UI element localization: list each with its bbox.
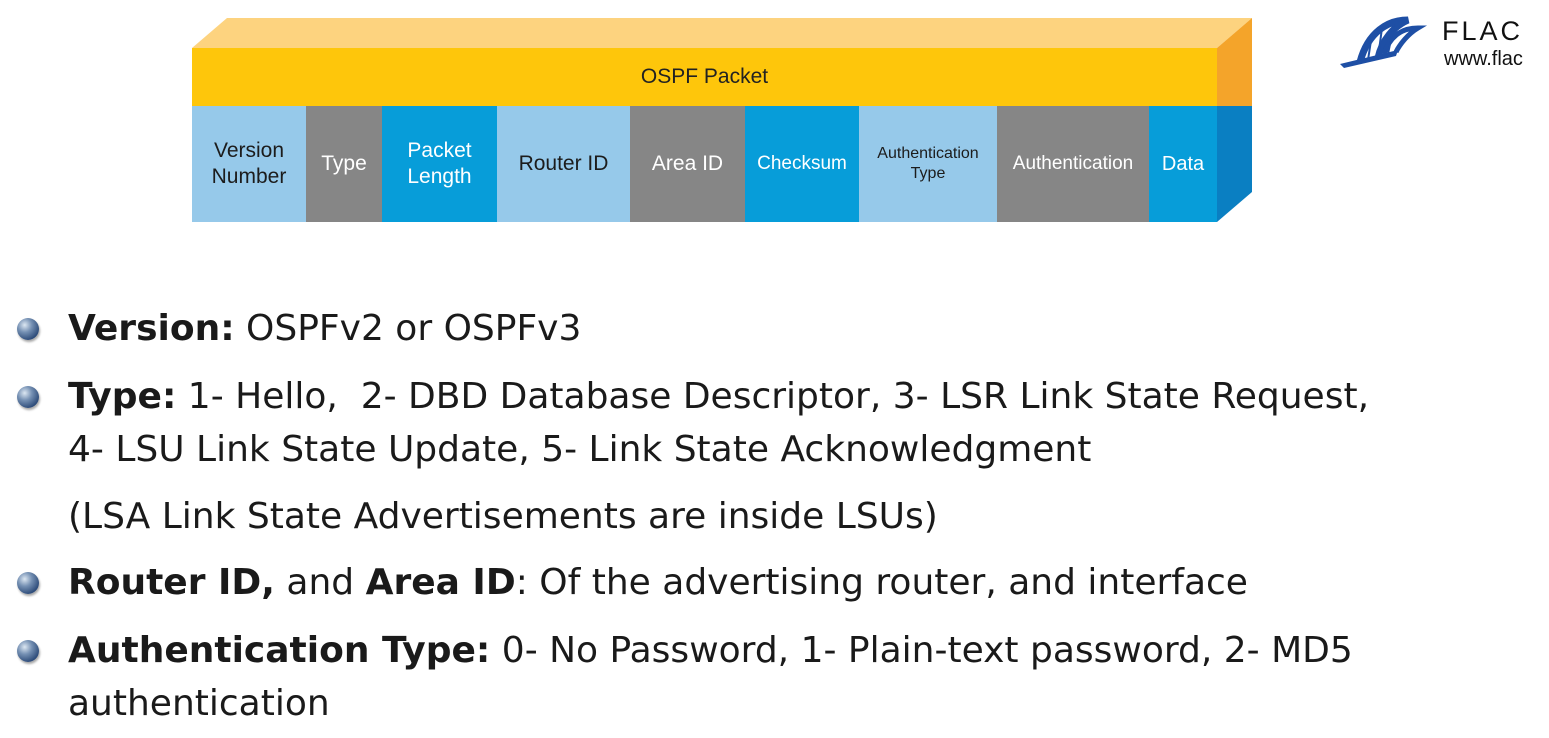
packet-field-authentication-type: Authentication Type	[859, 106, 997, 222]
bullet-router-area: Router ID, and Area ID: Of the advertisi…	[68, 556, 1538, 609]
packet-field-version-number: Version Number	[192, 106, 306, 222]
packet-field-data: Data	[1149, 106, 1217, 222]
packet-field-checksum: Checksum	[745, 106, 859, 222]
bullet-dot-icon	[17, 386, 39, 408]
bullet-dot-icon	[17, 640, 39, 662]
packet-field-router-id: Router ID	[497, 106, 630, 222]
bullet-auth-type: Authentication Type: 0- No Password, 1- …	[68, 624, 1538, 677]
bullet-label: Version:	[68, 308, 235, 349]
bullet-type-line2: 4- LSU Link State Update, 5- Link State …	[68, 429, 1092, 470]
packet-title: OSPF Packet	[192, 48, 1217, 106]
bullet-auth-line2: authentication	[68, 683, 330, 724]
packet-field-type: Type	[306, 106, 382, 222]
bullet-version: Version: OSPFv2 or OSPFv3	[68, 302, 1538, 355]
packet-field-authentication: Authentication	[997, 106, 1149, 222]
packet-fields: Version Number Type Packet Length Router ID…	[192, 106, 1217, 222]
bullet-text: 1- Hello, 2- DBD Database Descriptor, 3-…	[176, 376, 1370, 417]
bullet-text: and	[274, 562, 366, 603]
bullet-text: 0- No Password, 1- Plain-text password, …	[490, 630, 1353, 671]
bullet-label: Area ID	[365, 562, 516, 603]
bullet-type: Type: 1- Hello, 2- DBD Database Descript…	[68, 370, 1538, 423]
bullet-label: Authentication Type:	[68, 630, 491, 671]
flackbox-logo: FLAC www.flac	[1338, 12, 1549, 72]
bullet-text: OSPFv2 or OSPFv3	[234, 308, 582, 349]
logo-name: FLAC	[1442, 16, 1524, 46]
packet-side-face	[1217, 18, 1252, 222]
lsa-note: (LSA Link State Advertisements are insid…	[68, 496, 938, 537]
ospf-packet-diagram: OSPF Packet Version Number Type Packet Len…	[0, 0, 1549, 240]
logo-url: www.flac	[1444, 48, 1523, 70]
packet-top-face	[192, 18, 1252, 48]
bridge-logo-icon	[1340, 16, 1428, 68]
bullet-label: Type:	[68, 376, 177, 417]
packet-field-area-id: Area ID	[630, 106, 745, 222]
bullet-text: : Of the advertising router, and interfa…	[515, 562, 1248, 603]
packet-field-packet-length: Packet Length	[382, 106, 497, 222]
bullet-dot-icon	[17, 318, 39, 340]
bullet-label: Router ID,	[68, 562, 275, 603]
bullet-dot-icon	[17, 572, 39, 594]
